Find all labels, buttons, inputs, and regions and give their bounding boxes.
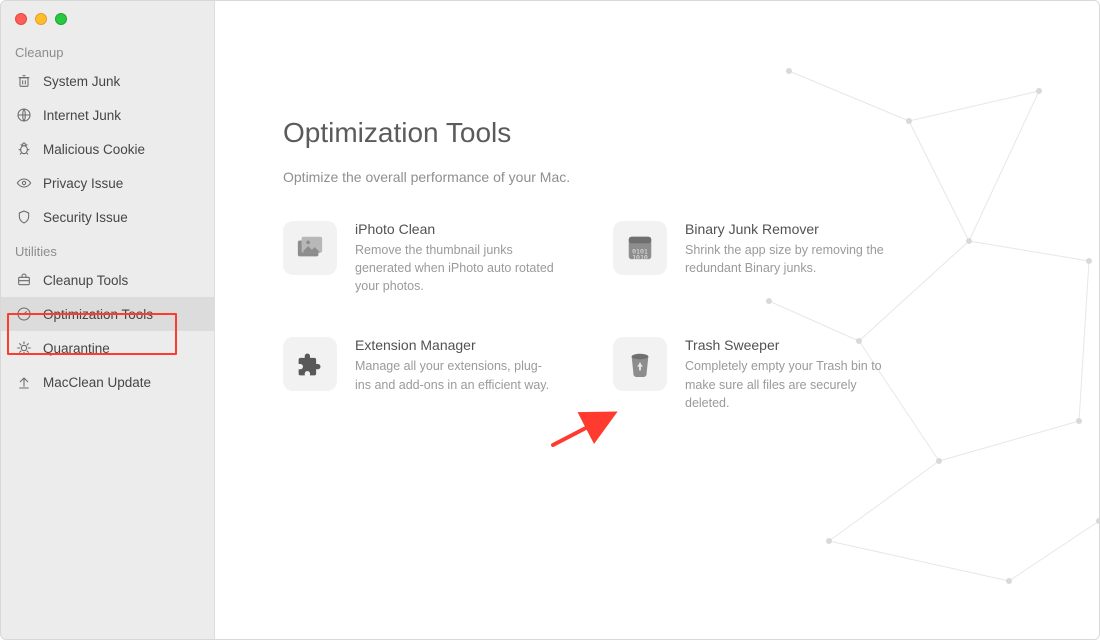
tool-trash-sweeper[interactable]: Trash Sweeper Completely empty your Tras…	[613, 337, 933, 411]
window-controls	[1, 1, 214, 35]
tool-text: iPhoto Clean Remove the thumbnail junks …	[355, 221, 603, 295]
tool-extension-manager[interactable]: Extension Manager Manage all your extens…	[283, 337, 603, 411]
tool-text: Binary Junk Remover Shrink the app size …	[685, 221, 933, 277]
sidebar-item-security-issue[interactable]: Security Issue	[1, 200, 214, 234]
page-title: Optimization Tools	[283, 117, 511, 149]
recycle-bin-icon	[613, 337, 667, 391]
tool-desc: Shrink the app size by removing the redu…	[685, 241, 885, 277]
sidebar-item-label: Security Issue	[43, 210, 128, 225]
tool-text: Trash Sweeper Completely empty your Tras…	[685, 337, 933, 411]
globe-icon	[15, 106, 33, 124]
tool-title: Trash Sweeper	[685, 337, 933, 353]
sidebar-item-label: Privacy Issue	[43, 176, 123, 191]
sidebar: Cleanup System Junk Internet Junk Malici…	[1, 1, 215, 639]
tool-desc: Manage all your extensions, plug-ins and…	[355, 357, 555, 393]
sidebar-item-internet-junk[interactable]: Internet Junk	[1, 98, 214, 132]
sidebar-item-label: Malicious Cookie	[43, 142, 145, 157]
sidebar-item-label: Optimization Tools	[43, 307, 153, 322]
trash-icon	[15, 72, 33, 90]
photos-icon	[283, 221, 337, 275]
sidebar-item-quarantine[interactable]: Quarantine	[1, 331, 214, 365]
page-subtitle: Optimize the overall performance of your…	[283, 169, 570, 185]
virus-icon	[15, 339, 33, 357]
toolbox-icon	[15, 271, 33, 289]
tool-text: Extension Manager Manage all your extens…	[355, 337, 603, 393]
tool-binary-junk-remover[interactable]: 01011010 Binary Junk Remover Shrink the …	[613, 221, 933, 295]
minimize-icon[interactable]	[35, 13, 47, 25]
tool-title: iPhoto Clean	[355, 221, 603, 237]
sidebar-item-label: System Junk	[43, 74, 120, 89]
bug-icon	[15, 140, 33, 158]
close-icon[interactable]	[15, 13, 27, 25]
sidebar-item-label: Quarantine	[43, 341, 110, 356]
tool-desc: Completely empty your Trash bin to make …	[685, 357, 885, 411]
tool-grid: iPhoto Clean Remove the thumbnail junks …	[283, 221, 933, 412]
main-content: Optimization Tools Optimize the overall …	[215, 1, 1099, 639]
tool-title: Binary Junk Remover	[685, 221, 933, 237]
sidebar-item-system-junk[interactable]: System Junk	[1, 64, 214, 98]
sidebar-item-privacy-issue[interactable]: Privacy Issue	[1, 166, 214, 200]
eye-icon	[15, 174, 33, 192]
sidebar-item-label: Cleanup Tools	[43, 273, 128, 288]
gauge-icon	[15, 305, 33, 323]
sidebar-item-macclean-update[interactable]: MacClean Update	[1, 365, 214, 399]
app-window: Cleanup System Junk Internet Junk Malici…	[0, 0, 1100, 640]
sidebar-section-utilities: Utilities	[1, 234, 214, 263]
binary-icon: 01011010	[613, 221, 667, 275]
annotation-arrow-icon	[545, 409, 625, 449]
tool-iphoto-clean[interactable]: iPhoto Clean Remove the thumbnail junks …	[283, 221, 603, 295]
sidebar-item-malicious-cookie[interactable]: Malicious Cookie	[1, 132, 214, 166]
sidebar-item-cleanup-tools[interactable]: Cleanup Tools	[1, 263, 214, 297]
sidebar-item-optimization-tools[interactable]: Optimization Tools	[1, 297, 214, 331]
svg-text:1010: 1010	[632, 253, 648, 261]
zoom-icon[interactable]	[55, 13, 67, 25]
tool-desc: Remove the thumbnail junks generated whe…	[355, 241, 555, 295]
tool-title: Extension Manager	[355, 337, 603, 353]
shield-icon	[15, 208, 33, 226]
sidebar-item-label: Internet Junk	[43, 108, 121, 123]
sidebar-item-label: MacClean Update	[43, 375, 151, 390]
sidebar-section-cleanup: Cleanup	[1, 35, 214, 64]
puzzle-icon	[283, 337, 337, 391]
upload-icon	[15, 373, 33, 391]
